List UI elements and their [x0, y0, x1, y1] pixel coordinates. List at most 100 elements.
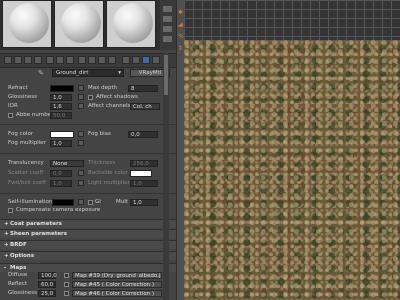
material-slot-1[interactable]: [2, 0, 52, 48]
scatter-coeff-spinner[interactable]: 0,0: [50, 170, 72, 177]
fog-color-swatch[interactable]: [50, 131, 74, 138]
max-depth-label: Max depth: [88, 85, 118, 91]
affect-shadows-checkbox[interactable]: [88, 95, 93, 100]
chevron-down-icon[interactable]: ▾: [118, 70, 121, 77]
map-enable-checkbox[interactable]: [64, 282, 69, 287]
mult-spinner[interactable]: 1,0: [130, 199, 158, 206]
fog-multiplier-spinner[interactable]: 1,0: [50, 140, 72, 147]
fwd-bck-coeff-spinner[interactable]: 1,0: [50, 180, 72, 187]
abbe-number-spinner[interactable]: 50,0: [50, 112, 72, 119]
make-unique-icon[interactable]: [46, 56, 54, 64]
gi-checkbox[interactable]: [88, 200, 93, 205]
glossiness-spinner[interactable]: 1,0: [50, 94, 72, 101]
spinner-snap-icon[interactable]: ↕: [178, 46, 183, 52]
percent-snap-icon[interactable]: %: [178, 34, 184, 40]
show-end-result-icon[interactable]: [88, 56, 96, 64]
scrollbar-thumb[interactable]: [164, 55, 168, 95]
options-icon[interactable]: [122, 56, 130, 64]
glossiness-label: Glossiness: [8, 94, 38, 100]
rollout-maps[interactable]: - Maps: [0, 263, 176, 272]
map-amount-spinner[interactable]: 60,0: [38, 281, 56, 288]
rollout-coat-parameters[interactable]: +Coat parameters: [0, 219, 176, 228]
rollout-options[interactable]: +Options: [0, 251, 176, 260]
map-slot-button-icon[interactable]: [78, 94, 84, 100]
material-sphere-icon: [113, 3, 153, 43]
affect-channels-label: Affect channels: [88, 103, 131, 109]
material-name-text: Ground_dirt: [56, 70, 89, 76]
put-to-scene-icon[interactable]: [14, 56, 22, 64]
sample-type-icon[interactable]: [163, 6, 172, 12]
translucency-dropdown[interactable]: None: [50, 160, 84, 167]
fog-bias-label: Fog bias: [88, 131, 111, 137]
help-icon[interactable]: [152, 56, 160, 64]
fog-bias-spinner[interactable]: 0,0: [128, 131, 158, 138]
map-row-label: Glossiness: [8, 290, 38, 296]
uv-tiling-icon[interactable]: [163, 36, 172, 42]
viewport[interactable]: [184, 0, 400, 300]
translucency-label: Translucency: [8, 160, 44, 166]
map-slot-button-icon[interactable]: [78, 140, 84, 146]
affect-channels-dropdown[interactable]: Col. ch: [130, 103, 160, 110]
material-name-bar: ✎ Ground_dirt ▾ VRayMtl: [0, 68, 176, 78]
map-enable-checkbox[interactable]: [64, 291, 69, 296]
map-amount-spinner[interactable]: 25,0: [38, 290, 56, 297]
material-editor-panel: ✎ Ground_dirt ▾ VRayMtl Refract Max dept…: [0, 0, 176, 300]
self-illumination-swatch[interactable]: [52, 199, 74, 206]
abbe-number-checkbox[interactable]: [8, 113, 13, 118]
divider: [0, 153, 176, 154]
map-slot-button[interactable]: Map #39 (Dry_ground_albedo.jpg): [72, 272, 162, 279]
panel-scrollbar[interactable]: [163, 53, 169, 300]
backside-color-swatch[interactable]: [130, 170, 152, 177]
compensate-exposure-checkbox[interactable]: [8, 208, 13, 213]
show-map-in-viewport-icon[interactable]: [78, 56, 86, 64]
fwd-bck-coeff-label: Fwd/bck coeff: [8, 180, 47, 186]
map-row-label: Reflect: [8, 281, 27, 287]
get-material-icon[interactable]: [4, 56, 12, 64]
mult-label: Mult: [116, 199, 128, 205]
refract-color-swatch[interactable]: [50, 85, 74, 92]
map-amount-spinner[interactable]: 100,0: [38, 272, 57, 279]
light-multiplier-spinner[interactable]: 1,0: [130, 180, 158, 187]
refract-label: Refract: [8, 85, 28, 91]
rollout-brdf[interactable]: +BRDF: [0, 240, 176, 249]
material-toolbar: [0, 53, 176, 68]
reset-map-icon[interactable]: [34, 56, 42, 64]
abbe-number-label: Abbe number: [16, 112, 54, 118]
map-slot-button-icon[interactable]: [78, 180, 84, 186]
map-slot-button[interactable]: Map #45 ( Color Correction ): [72, 281, 162, 288]
background-icon[interactable]: [163, 26, 172, 32]
material-map-navigator-icon[interactable]: [142, 56, 150, 64]
go-to-parent-icon[interactable]: [98, 56, 106, 64]
thickness-spinner[interactable]: 256,0: [130, 160, 158, 167]
put-to-library-icon[interactable]: [56, 56, 64, 64]
fog-multiplier-label: Fog multiplier: [8, 140, 46, 146]
light-multiplier-label: Light multiplier: [88, 180, 130, 186]
assign-to-selection-icon[interactable]: [24, 56, 32, 64]
material-slot-2[interactable]: [54, 0, 104, 48]
select-by-material-icon[interactable]: [132, 56, 140, 64]
go-forward-sibling-icon[interactable]: [108, 56, 116, 64]
divider: [0, 124, 176, 125]
map-slot-button-icon[interactable]: [78, 85, 84, 91]
map-slot-button[interactable]: Map #46 ( Color Correction ): [72, 290, 162, 297]
rollout-title: Options: [10, 253, 35, 259]
map-slot-button-icon[interactable]: [78, 199, 84, 205]
scatter-coeff-label: Scatter coeff: [8, 170, 44, 176]
map-slot-button-icon[interactable]: [78, 103, 84, 109]
rollout-sheen-parameters[interactable]: +Sheen parameters: [0, 229, 176, 238]
map-enable-checkbox[interactable]: [64, 273, 69, 278]
angle-snap-icon[interactable]: ◢: [178, 22, 183, 28]
map-slot-button-icon[interactable]: [78, 170, 84, 176]
backlight-icon[interactable]: [163, 16, 172, 22]
map-slot-button-icon[interactable]: [78, 131, 84, 137]
eyedropper-icon[interactable]: ✎: [38, 69, 47, 77]
rollout-title: Maps: [10, 265, 27, 271]
compensate-exposure-label: Compensate camera exposure: [16, 207, 101, 213]
ior-spinner[interactable]: 1,6: [50, 103, 72, 110]
material-name-field[interactable]: Ground_dirt ▾: [52, 69, 124, 77]
material-sphere-icon: [9, 3, 49, 43]
snap-toggle-icon[interactable]: ✱: [178, 10, 183, 16]
material-slot-3[interactable]: [106, 0, 156, 48]
max-depth-spinner[interactable]: 8: [128, 85, 158, 92]
material-id-channel-icon[interactable]: [66, 56, 74, 64]
